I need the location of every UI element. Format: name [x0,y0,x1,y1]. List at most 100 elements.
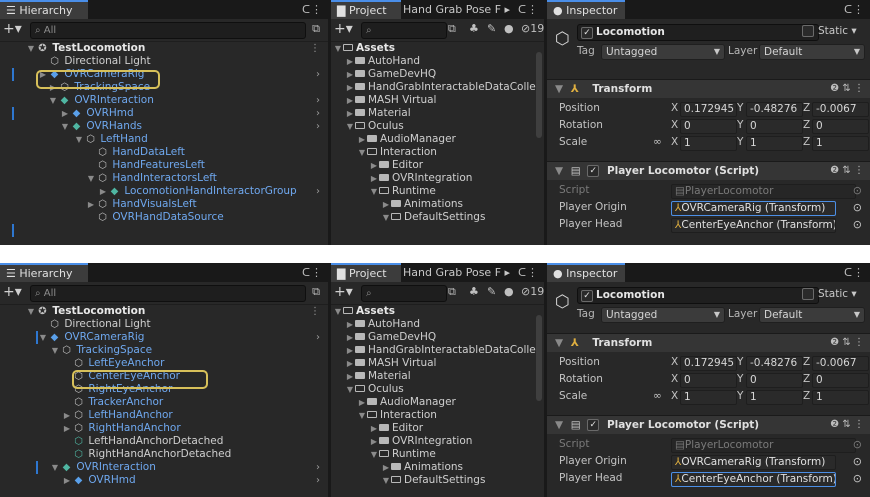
chevron-right-icon[interactable]: › [316,68,320,81]
tree-row[interactable]: ▶ GameDevHQ [331,68,544,81]
expand-arrow-icon[interactable]: ▶ [345,370,355,383]
tab-hierarchy[interactable]: ☰ Hierarchy [0,0,88,19]
component-menu[interactable]: ❷ ⇅ ⋮ [830,80,864,98]
tree-row[interactable]: ▶ Animations [331,461,544,474]
help-icon[interactable]: ❷ [830,419,839,430]
scale-x-field[interactable]: 1 [680,390,737,405]
static-checkbox[interactable] [802,25,814,37]
tree-row[interactable]: ▼ Oculus [331,120,544,133]
tree-row[interactable]: ▶ HandGrabInteractableDataColle [331,81,544,94]
tree-row[interactable]: ▶ Material [331,370,544,383]
player-head-field[interactable]: ⅄CenterEyeAnchor (Transform) [671,472,836,487]
scene-visibility-icon[interactable]: ⧉ [312,22,320,36]
expand-arrow-icon[interactable]: ▼ [381,474,391,487]
label-icon[interactable]: ✎ [487,22,496,35]
scrollbar[interactable] [536,52,542,138]
search-by-type-icon[interactable]: ⧉ [448,22,456,36]
tree-row[interactable]: ▼ Assets [331,42,544,55]
favorite-icon[interactable]: ● [504,22,514,35]
help-icon[interactable]: ❷ [830,337,839,348]
tab-inspector[interactable]: ● Inspector [547,263,625,282]
static-toggle[interactable]: Static ▾ [802,288,857,300]
expand-arrow-icon[interactable]: ▼ [48,94,58,107]
object-picker-icon[interactable]: ⊙ [853,453,862,470]
lock-icon[interactable]: ᑕ [302,0,310,19]
expand-arrow-icon[interactable]: ▶ [369,172,379,185]
transform-header[interactable]: ▼ ⅄ Transform ❷ ⇅ ⋮ [547,79,870,98]
layer-dropdown[interactable]: Default ▼ [759,307,865,323]
rotation-z-field[interactable]: 0 [812,119,869,134]
object-picker-icon[interactable]: ⊙ [853,470,862,487]
expand-arrow-icon[interactable]: ▼ [86,172,96,185]
tree-row[interactable]: ▼ Runtime [331,448,544,461]
more-menu-icon[interactable]: ⋮ [311,0,322,19]
more-menu-icon[interactable]: ⋮ [310,305,320,318]
object-picker-icon[interactable]: ⊙ [853,216,862,233]
expand-arrow-icon[interactable]: ▶ [369,435,379,448]
expand-arrow-icon[interactable]: ▼ [50,461,60,474]
transform-header[interactable]: ▼ ⅄ Transform ❷ ⇅ ⋮ [547,333,870,352]
x-axis-label[interactable]: X [671,354,678,371]
enabled-checkbox[interactable]: ✓ [587,419,600,431]
y-axis-label[interactable]: Y [737,117,743,134]
tree-row[interactable]: ▼ Assets [331,305,544,318]
tab-hand-grab-pose[interactable]: Hand Grab Pose F ▸ [397,0,516,19]
x-axis-label[interactable]: X [671,371,678,388]
expand-arrow-icon[interactable]: ▶ [62,422,72,435]
position-y-field[interactable]: -0.48276 [746,102,803,117]
more-menu-icon[interactable]: ⋮ [854,337,864,348]
tree-row[interactable]: ▼ Interaction [331,146,544,159]
preset-icon[interactable]: ⇅ [842,165,850,176]
position-x-field[interactable]: 0.172945 [680,102,737,117]
rotation-x-field[interactable]: 0 [680,119,737,134]
player-origin-field[interactable]: ⅄OVRCameraRig (Transform) [671,455,836,470]
tree-row[interactable]: ▶ AutoHand [331,55,544,68]
expand-arrow-icon[interactable]: ▶ [369,159,379,172]
tree-row[interactable]: ▼ ✪ TestLocomotion ⋮ [0,305,328,318]
expand-arrow-icon[interactable]: ▶ [345,318,355,331]
expand-arrow-icon[interactable]: ▼ [555,165,563,177]
tree-row[interactable]: ⬡ TrackerAnchor [0,396,328,409]
tree-row[interactable]: ▶ ⬡ HandVisualsLeft [0,198,328,211]
more-menu-icon[interactable]: ⋮ [527,0,538,19]
more-menu-icon[interactable]: ⋮ [853,263,864,282]
scale-y-field[interactable]: 1 [746,136,803,151]
object-picker-icon[interactable]: ⊙ [853,199,862,216]
tree-row[interactable]: ⬡ LeftHandAnchorDetached [0,435,328,448]
position-x-field[interactable]: 0.172945 [680,356,737,371]
expand-arrow-icon[interactable]: ▶ [381,198,391,211]
tree-row[interactable]: ⬡ LeftEyeAnchor [0,357,328,370]
tag-dropdown[interactable]: Untagged ▼ [601,307,725,323]
lock-icon[interactable]: ᑕ [302,263,310,282]
chevron-right-icon[interactable]: › [316,120,320,133]
more-menu-icon[interactable]: ⋮ [310,42,320,55]
z-axis-label[interactable]: Z [803,134,810,151]
tree-row[interactable]: ▶ MASH Virtual [331,357,544,370]
tree-row[interactable]: ⬡ Directional Light [0,318,328,331]
expand-arrow-icon[interactable]: ▼ [357,146,367,159]
hidden-packages-icon[interactable]: ⊘19 [521,285,544,298]
scrollbar[interactable] [536,315,542,401]
tree-row[interactable]: ▼ ◆ OVRHands › [0,120,328,133]
tree-row[interactable]: ▼ DefaultSettings [331,211,544,224]
tree-row[interactable]: ▶ Editor [331,422,544,435]
expand-arrow-icon[interactable]: ▼ [50,344,60,357]
tree-row[interactable]: ▶ GameDevHQ [331,331,544,344]
lock-icon[interactable]: ᑕ [844,0,852,19]
tree-row[interactable]: ▶ AudioManager [331,133,544,146]
filter-icon[interactable]: ♣ [469,285,479,298]
add-icon[interactable]: +▾ [3,21,22,37]
tree-row[interactable]: ▶ Animations [331,198,544,211]
tree-row[interactable]: ▼ Runtime [331,185,544,198]
more-menu-icon[interactable]: ⋮ [853,0,864,19]
tree-row[interactable]: ▼ ◆ OVRInteraction › [0,94,328,107]
expand-arrow-icon[interactable]: ▼ [60,120,70,133]
chevron-right-icon[interactable]: › [316,331,320,344]
tree-row[interactable]: ⬡ HandFeaturesLeft [0,159,328,172]
tree-row[interactable]: ▼ ✪ TestLocomotion ⋮ [0,42,328,55]
expand-arrow-icon[interactable]: ▶ [357,133,367,146]
scale-z-field[interactable]: 1 [812,390,869,405]
expand-arrow-icon[interactable]: ▶ [345,94,355,107]
add-icon[interactable]: +▾ [334,21,353,37]
expand-arrow-icon[interactable]: ▶ [345,331,355,344]
